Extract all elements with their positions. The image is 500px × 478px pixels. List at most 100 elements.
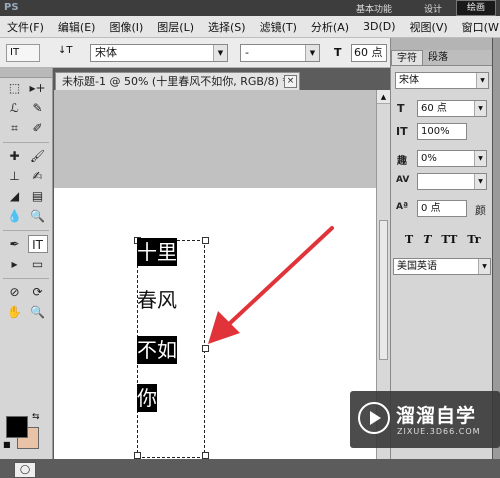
quick-mask-button[interactable]: ◯ [14, 462, 36, 478]
toolbox-grip[interactable] [0, 68, 52, 78]
font-style-value: - [245, 46, 249, 59]
vertical-scale-input[interactable]: 100% [417, 123, 467, 140]
faux-bold-button[interactable]: T [405, 233, 413, 246]
menu-filter[interactable]: 滤镜(T) [253, 19, 304, 35]
toolbox-separator [3, 138, 49, 143]
language-value: 美国英语 [397, 261, 437, 272]
toolbox-separator [3, 226, 49, 231]
lasso-tool-icon[interactable]: ℒ [5, 99, 25, 117]
foreground-color-swatch[interactable] [6, 416, 28, 438]
clone-stamp-tool-icon[interactable]: ⊥ [5, 167, 25, 185]
menu-edit[interactable]: 编辑(E) [51, 19, 103, 35]
annotation-arrow-icon [208, 226, 334, 344]
tab-character[interactable]: 字符 [391, 50, 423, 65]
toolbox-separator [3, 274, 49, 279]
document-tab-title: 未标题-1 @ 50% (十里春风不如你, RGB/8) * [62, 75, 288, 88]
default-colors-icon[interactable]: ■ [3, 440, 11, 449]
vertical-scale-icon: IT [396, 125, 408, 138]
play-logo-icon [358, 402, 390, 434]
tracking-input[interactable]: 0% ▼ [417, 150, 487, 167]
path-select-tool-icon[interactable]: ▸ [5, 255, 25, 273]
font-size-input[interactable]: 60 点 [351, 44, 387, 62]
small-caps-button[interactable]: Tr [467, 233, 480, 246]
eraser-tool-icon[interactable]: ◢ [5, 187, 25, 205]
3d-orbit-tool-icon[interactable]: ⟳ [28, 283, 48, 301]
hand-tool-icon[interactable]: ✋ [5, 303, 25, 321]
chevron-down-icon: ▼ [474, 101, 486, 116]
scroll-up-icon[interactable]: ▲ [377, 90, 390, 104]
tab-paragraph[interactable]: 段落 [423, 50, 453, 65]
tool-row: ⌗ ✐ [0, 118, 52, 138]
brush-tool-icon[interactable]: 🖌 [28, 147, 48, 165]
blur-tool-icon[interactable]: 💧 [5, 207, 25, 225]
font-family-select[interactable]: 宋体 ▼ [90, 44, 228, 62]
healing-brush-tool-icon[interactable]: ✚ [5, 147, 25, 165]
tool-preset-picker[interactable]: IT [6, 44, 40, 62]
toolbox: ⬚ ▸+ ℒ ✎ ⌗ ✐ ✚ 🖌 ⊥ ✍ ◢ ▤ 💧 🔍 ✒ IT ▸ ▭ ⊘ ⟳ ✋ 🔍 ⇆ ■ ◯ [0, 68, 53, 478]
text-line: 你 [137, 384, 157, 412]
workspace-paint-button[interactable]: 绘画 [456, 0, 496, 16]
menu-window[interactable]: 窗口(W) [455, 19, 500, 35]
crop-tool-icon[interactable]: ⌗ [5, 119, 25, 137]
panel-font-family-select[interactable]: 宋体 ▼ [395, 72, 489, 89]
marquee-tool-icon[interactable]: ⬚ [5, 79, 25, 97]
zoom-tool-icon[interactable]: 🔍 [28, 303, 48, 321]
3d-rotate-tool-icon[interactable]: ⊘ [5, 283, 25, 301]
transform-handle[interactable] [134, 452, 141, 459]
chevron-down-icon: ▼ [478, 259, 490, 274]
eyedropper-tool-icon[interactable]: ✐ [28, 119, 48, 137]
chevron-down-icon: ▼ [474, 174, 486, 189]
document-tab[interactable]: 未标题-1 @ 50% (十里春风不如你, RGB/8) * × [55, 72, 300, 90]
tool-row: ⊥ ✍ [0, 166, 52, 186]
tool-row: ⊘ ⟳ [0, 282, 52, 302]
tool-row: ✋ 🔍 [0, 302, 52, 322]
kerning-icon: AV [396, 175, 410, 185]
workspace-basic-button[interactable]: 基本功能 [356, 2, 392, 15]
tool-row: 💧 🔍 [0, 206, 52, 226]
text-line: 不如 [137, 336, 177, 364]
all-caps-button[interactable]: TT [441, 233, 457, 246]
tool-row: ✚ 🖌 [0, 146, 52, 166]
quick-select-tool-icon[interactable]: ✎ [28, 99, 48, 117]
pen-tool-icon[interactable]: ✒ [5, 235, 25, 253]
scrollbar-thumb[interactable] [379, 220, 388, 360]
menu-layer[interactable]: 图层(L) [150, 19, 201, 35]
panel-grip[interactable] [391, 38, 492, 50]
close-icon[interactable]: × [284, 75, 297, 88]
app-logo: PS [4, 2, 19, 13]
toggle-orientation-icon[interactable]: ↓T [58, 45, 73, 56]
swap-colors-icon[interactable]: ⇆ [32, 412, 40, 422]
font-style-select[interactable]: - ▼ [240, 44, 320, 62]
chevron-down-icon: ▼ [305, 45, 319, 61]
menu-select[interactable]: 选择(S) [201, 19, 253, 35]
menu-3d[interactable]: 3D(D) [356, 20, 403, 33]
tool-row: ℒ ✎ [0, 98, 52, 118]
panel-font-size-input[interactable]: 60 点 ▼ [417, 100, 487, 117]
type-tool-icon[interactable]: IT [27, 235, 48, 253]
panel-font-family-value: 宋体 [399, 75, 419, 86]
text-line: 春风 [137, 288, 177, 312]
faux-italic-button[interactable]: T [423, 233, 431, 246]
chevron-down-icon: ▼ [213, 45, 227, 61]
chevron-down-icon: ▼ [474, 151, 486, 166]
dodge-tool-icon[interactable]: 🔍 [28, 207, 48, 225]
kerning-input[interactable]: ▼ [417, 173, 487, 190]
language-select[interactable]: 美国英语 ▼ [393, 258, 491, 275]
workspace-bar: PS 基本功能 设计 绘画 [0, 0, 500, 16]
workspace-design-button[interactable]: 设计 [424, 2, 442, 15]
baseline-shift-input[interactable]: 0 点 [417, 200, 467, 217]
menu-image[interactable]: 图像(I) [102, 19, 150, 35]
watermark-title: 溜溜自学 [396, 405, 477, 427]
menu-file[interactable]: 文件(F) [0, 19, 51, 35]
color-label: 颜 [475, 204, 486, 217]
menu-view[interactable]: 视图(V) [403, 19, 455, 35]
text-line: 十里 [137, 238, 177, 266]
move-tool-icon[interactable]: ▸+ [28, 79, 48, 97]
gradient-tool-icon[interactable]: ▤ [28, 187, 48, 205]
transform-handle[interactable] [202, 452, 209, 459]
tool-row: ◢ ▤ [0, 186, 52, 206]
shape-tool-icon[interactable]: ▭ [28, 255, 48, 273]
options-bar: IT ↓T 宋体 ▼ - ▼ T 60 点 [0, 38, 390, 68]
history-brush-tool-icon[interactable]: ✍ [28, 167, 48, 185]
menu-analysis[interactable]: 分析(A) [304, 19, 356, 35]
